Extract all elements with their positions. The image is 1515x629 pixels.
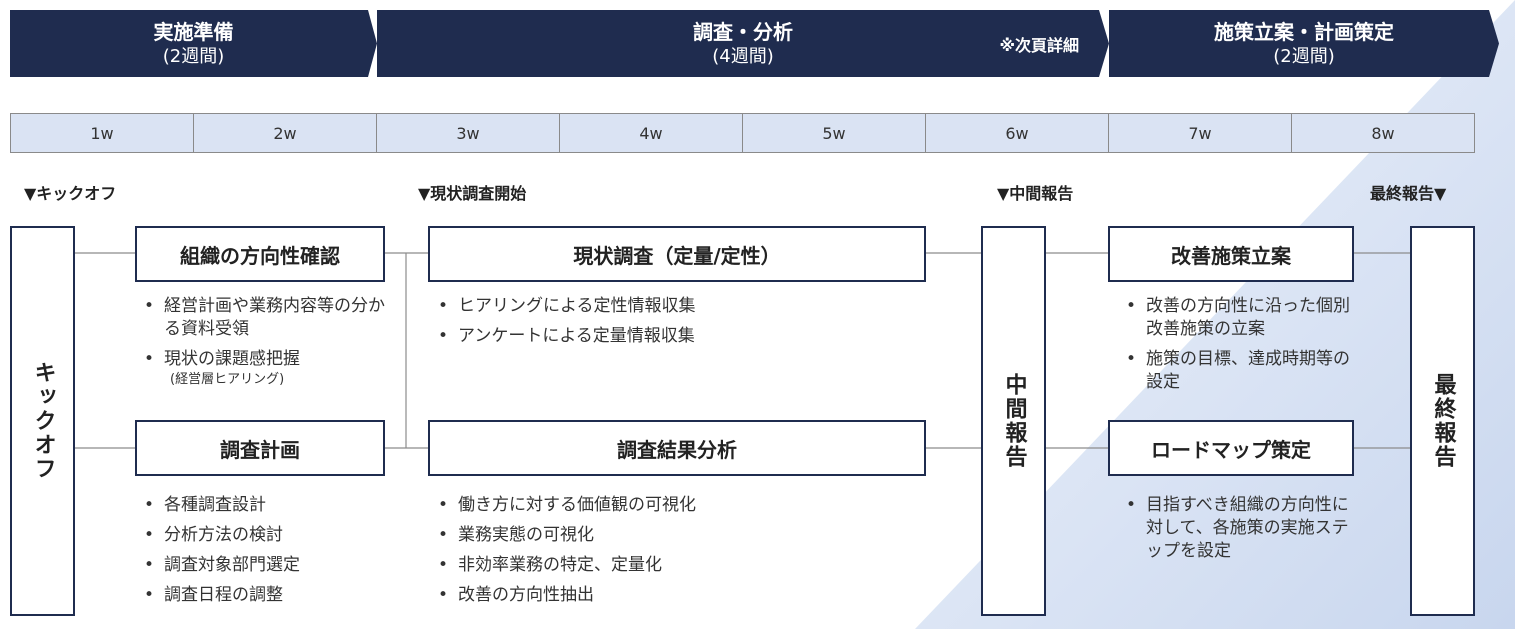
milestone-kickoff: ▼キックオフ	[24, 184, 117, 203]
task-plan-box: 調査計画	[135, 420, 385, 476]
task-survey-box: 現状調査（定量/定性）	[428, 226, 926, 282]
task-roadmap-box: ロードマップ策定	[1108, 420, 1354, 476]
milestone-final: 最終報告▼	[1370, 184, 1447, 203]
list-item: 各種調査設計	[140, 494, 390, 517]
list-item: 施策の目標、達成時期等の設定	[1122, 348, 1354, 394]
measures-bullets: 改善の方向性に沿った個別改善施策の立案 施策の目標、達成時期等の設定	[1122, 295, 1354, 401]
phase-survey-analysis: 調査・分析 (4週間) ※次頁詳細	[377, 10, 1109, 77]
task-analysis-box: 調査結果分析	[428, 420, 926, 476]
list-item: 働き方に対する価値観の可視化	[434, 494, 914, 517]
analysis-bullets: 働き方に対する価値観の可視化 業務実態の可視化 非効率業務の特定、定量化 改善の…	[434, 494, 914, 614]
next-page-note: ※次頁詳細	[999, 36, 1079, 55]
week-5: 5w	[742, 113, 926, 153]
week-1: 1w	[10, 113, 194, 153]
list-item: 改善の方向性に沿った個別改善施策の立案	[1122, 295, 1354, 341]
direction-bullets: 経営計画や業務内容等の分かる資料受領 現状の課題感把握 (経営層ヒアリング)	[140, 295, 392, 396]
kickoff-label: キックオフ	[30, 361, 56, 481]
roadmap-bullets: 目指すべき組織の方向性に対して、各施策の実施ステップを設定	[1122, 494, 1354, 570]
phase-duration: (2週間)	[1273, 45, 1335, 67]
hearing-note: (経営層ヒアリング)	[170, 372, 285, 387]
milestone-interim: ▼中間報告	[997, 184, 1074, 203]
list-item: 調査日程の調整	[140, 584, 390, 607]
list-item: 業務実態の可視化	[434, 524, 914, 547]
task-direction-box: 組織の方向性確認	[135, 226, 385, 282]
list-item: 経営計画や業務内容等の分かる資料受領	[140, 295, 392, 341]
week-4: 4w	[559, 113, 743, 153]
list-item: 非効率業務の特定、定量化	[434, 554, 914, 577]
phase-title: 施策立案・計画策定	[1214, 19, 1394, 44]
phase-title: 実施準備	[153, 19, 234, 44]
week-6: 6w	[925, 113, 1109, 153]
interim-report-box: 中間報告	[981, 226, 1046, 616]
list-item: 調査対象部門選定	[140, 554, 390, 577]
week-7: 7w	[1108, 113, 1292, 153]
phase-duration: (4週間)	[712, 45, 774, 67]
list-item: ヒアリングによる定性情報収集	[434, 295, 914, 318]
week-8: 8w	[1291, 113, 1475, 153]
task-measures-box: 改善施策立案	[1108, 226, 1354, 282]
week-2: 2w	[193, 113, 377, 153]
phase-title: 調査・分析	[693, 19, 793, 44]
plan-bullets: 各種調査設計 分析方法の検討 調査対象部門選定 調査日程の調整	[140, 494, 390, 614]
week-3: 3w	[376, 113, 560, 153]
phase-planning: 施策立案・計画策定 (2週間)	[1109, 10, 1499, 77]
milestone-survey-start: ▼現状調査開始	[418, 184, 527, 203]
final-report-label: 最終報告	[1430, 373, 1456, 469]
final-report-box: 最終報告	[1410, 226, 1475, 616]
list-item: 改善の方向性抽出	[434, 584, 914, 607]
list-item: アンケートによる定量情報収集	[434, 325, 914, 348]
kickoff-box: キックオフ	[10, 226, 75, 616]
list-item: 目指すべき組織の方向性に対して、各施策の実施ステップを設定	[1122, 494, 1354, 563]
interim-report-label: 中間報告	[1001, 373, 1027, 469]
phase-duration: (2週間)	[162, 45, 225, 67]
list-item: 分析方法の検討	[140, 524, 390, 547]
phase-preparation: 実施準備 (2週間)	[10, 10, 377, 77]
survey-bullets: ヒアリングによる定性情報収集 アンケートによる定量情報収集	[434, 295, 914, 355]
list-item: 現状の課題感把握 (経営層ヒアリング)	[140, 348, 392, 389]
